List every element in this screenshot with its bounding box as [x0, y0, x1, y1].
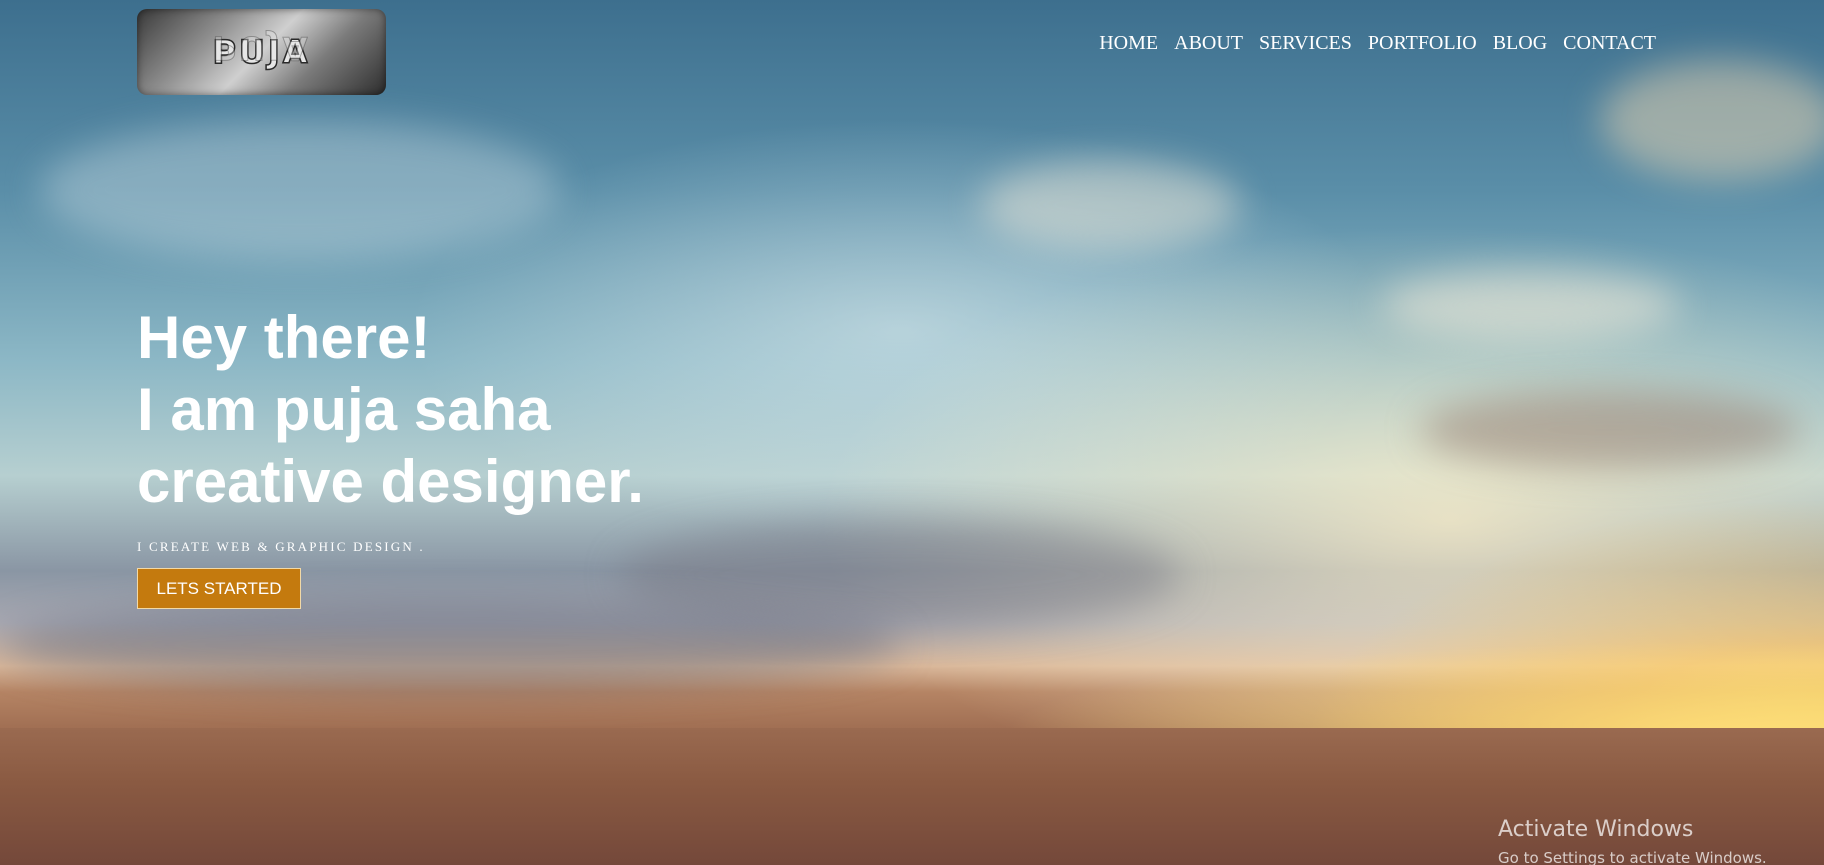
- site-logo[interactable]: PUJA PUJA: [137, 9, 386, 95]
- cloud: [1600, 60, 1824, 180]
- nav-contact[interactable]: CONTACT: [1555, 32, 1664, 55]
- logo-reflection: PUJA: [212, 29, 311, 68]
- cloud: [980, 160, 1240, 250]
- headline-line-1: Hey there!: [137, 304, 431, 371]
- nav-about[interactable]: ABOUT: [1166, 32, 1251, 55]
- cloud: [40, 120, 560, 260]
- cloud: [1380, 270, 1680, 340]
- watermark-title: Activate Windows: [1498, 817, 1694, 842]
- windows-activation-watermark: Activate Windows Go to Settings to activ…: [1498, 816, 1767, 865]
- hero-tagline: I CREATE WEB & GRAPHIC DESIGN .: [137, 539, 425, 554]
- nav-portfolio[interactable]: PORTFOLIO: [1360, 32, 1485, 55]
- nav-home[interactable]: HOME: [1091, 32, 1166, 55]
- main-nav: HOME ABOUT SERVICES PORTFOLIO BLOG CONTA…: [1091, 32, 1664, 55]
- nav-blog[interactable]: BLOG: [1485, 32, 1555, 55]
- nav-services[interactable]: SERVICES: [1251, 32, 1360, 55]
- lets-started-button[interactable]: LETS STARTED: [137, 568, 301, 609]
- cloud: [1420, 390, 1800, 470]
- headline-line-2: I am puja saha: [137, 376, 551, 443]
- headline-line-3: creative designer.: [137, 448, 644, 515]
- cloud: [0, 600, 900, 690]
- watermark-subtitle: Go to Settings to activate Windows.: [1498, 849, 1767, 865]
- hero-headline: Hey there! I am puja saha creative desig…: [137, 302, 644, 518]
